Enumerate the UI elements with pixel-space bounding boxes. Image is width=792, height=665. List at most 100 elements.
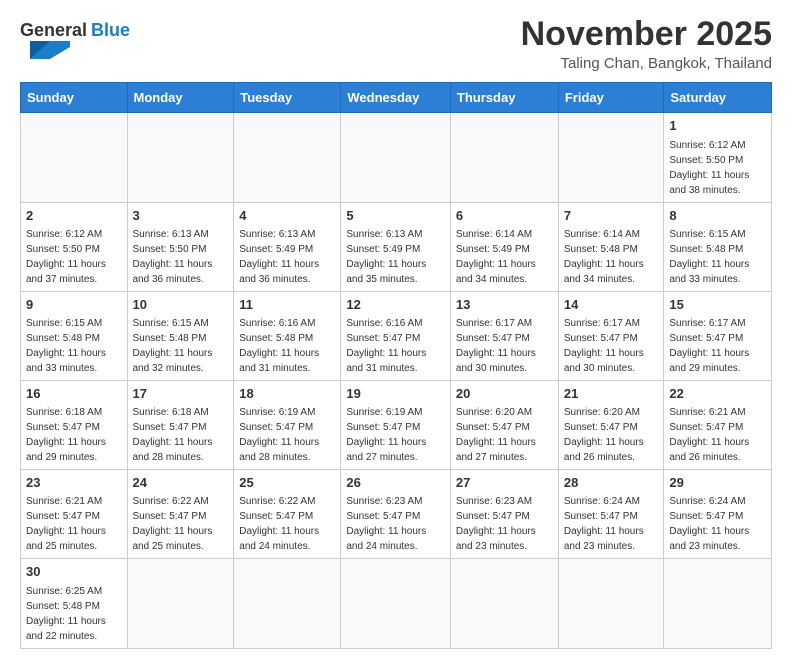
calendar-week-row: 1Sunrise: 6:12 AMSunset: 5:50 PMDaylight…	[21, 113, 772, 202]
calendar-day-cell: 20 Sunrise: 6:20 AMSunset: 5:47 PMDayligh…	[450, 380, 558, 469]
day-number: 8	[669, 207, 766, 225]
calendar-day-cell: 14Sunrise: 6:17 AMSunset: 5:47 PMDayligh…	[558, 291, 664, 380]
day-info: Sunrise: 6:18 AMSunset: 5:47 PMDaylight:…	[133, 405, 229, 465]
day-number: 23	[26, 474, 122, 492]
day-number: 7	[564, 207, 659, 225]
calendar-day-cell: 30 Sunrise: 6:25 AMSunset: 5:48 PMDayligh…	[21, 559, 128, 648]
day-info: Sunrise: 6:18 AMSunset: 5:47 PMDaylight:…	[26, 405, 122, 465]
calendar-day-cell: 6 Sunrise: 6:14 AMSunset: 5:49 PMDaylight…	[450, 202, 558, 291]
day-info: Sunrise: 6:15 AMSunset: 5:48 PMDaylight:…	[669, 227, 766, 287]
calendar-day-cell: 23Sunrise: 6:21 AMSunset: 5:47 PMDayligh…	[21, 470, 128, 559]
day-number: 1	[669, 117, 766, 135]
calendar-day-cell	[234, 559, 341, 648]
day-number: 29	[669, 474, 766, 492]
day-info: Sunrise: 6:17 AMSunset: 5:47 PMDaylight:…	[669, 316, 766, 376]
day-info: Sunrise: 6:17 AMSunset: 5:47 PMDaylight:…	[456, 316, 553, 376]
day-number: 13	[456, 296, 553, 314]
day-number: 20	[456, 385, 553, 403]
calendar-week-row: 9 Sunrise: 6:15 AMSunset: 5:48 PMDaylight…	[21, 291, 772, 380]
calendar-week-row: 2 Sunrise: 6:12 AMSunset: 5:50 PMDaylight…	[21, 202, 772, 291]
day-info: Sunrise: 6:21 AMSunset: 5:47 PMDaylight:…	[669, 405, 766, 465]
calendar-day-cell: 7 Sunrise: 6:14 AMSunset: 5:48 PMDaylight…	[558, 202, 664, 291]
day-number: 5	[346, 207, 445, 225]
day-info: Sunrise: 6:14 AMSunset: 5:49 PMDaylight:…	[456, 227, 553, 287]
day-number: 28	[564, 474, 659, 492]
calendar-day-cell: 8 Sunrise: 6:15 AMSunset: 5:48 PMDaylight…	[664, 202, 772, 291]
day-number: 30	[26, 563, 122, 581]
day-number: 25	[239, 474, 335, 492]
day-info: Sunrise: 6:17 AMSunset: 5:47 PMDaylight:…	[564, 316, 659, 376]
day-info: Sunrise: 6:19 AMSunset: 5:47 PMDaylight:…	[239, 405, 335, 465]
day-info: Sunrise: 6:16 AMSunset: 5:47 PMDaylight:…	[346, 316, 445, 376]
calendar-day-cell: 18Sunrise: 6:19 AMSunset: 5:47 PMDayligh…	[234, 380, 341, 469]
day-info: Sunrise: 6:12 AMSunset: 5:50 PMDaylight:…	[26, 227, 122, 287]
calendar-day-cell: 4Sunrise: 6:13 AMSunset: 5:49 PMDaylight…	[234, 202, 341, 291]
month-title: November 2025	[521, 16, 772, 53]
calendar-day-cell	[127, 113, 234, 202]
calendar-day-cell: 5 Sunrise: 6:13 AMSunset: 5:49 PMDaylight…	[341, 202, 451, 291]
calendar-day-cell: 22 Sunrise: 6:21 AMSunset: 5:47 PMDayligh…	[664, 380, 772, 469]
calendar-day-cell	[341, 559, 451, 648]
calendar-day-cell: 27 Sunrise: 6:23 AMSunset: 5:47 PMDayligh…	[450, 470, 558, 559]
day-info: Sunrise: 6:14 AMSunset: 5:48 PMDaylight:…	[564, 227, 659, 287]
weekday-header-row: SundayMondayTuesdayWednesdayThursdayFrid…	[21, 83, 772, 113]
day-info: Sunrise: 6:15 AMSunset: 5:48 PMDaylight:…	[26, 316, 122, 376]
calendar-day-cell: 10Sunrise: 6:15 AMSunset: 5:48 PMDayligh…	[127, 291, 234, 380]
day-number: 9	[26, 296, 122, 314]
day-number: 16	[26, 385, 122, 403]
day-number: 12	[346, 296, 445, 314]
day-info: Sunrise: 6:24 AMSunset: 5:47 PMDaylight:…	[564, 494, 659, 554]
day-info: Sunrise: 6:25 AMSunset: 5:48 PMDaylight:…	[26, 584, 122, 644]
weekday-header-monday: Monday	[127, 83, 234, 113]
day-info: Sunrise: 6:20 AMSunset: 5:47 PMDaylight:…	[564, 405, 659, 465]
calendar-day-cell: 21 Sunrise: 6:20 AMSunset: 5:47 PMDayligh…	[558, 380, 664, 469]
day-number: 22	[669, 385, 766, 403]
calendar-week-row: 23Sunrise: 6:21 AMSunset: 5:47 PMDayligh…	[21, 470, 772, 559]
calendar-day-cell	[450, 113, 558, 202]
day-number: 10	[133, 296, 229, 314]
calendar-day-cell	[664, 559, 772, 648]
calendar-day-cell	[127, 559, 234, 648]
calendar-day-cell: 26Sunrise: 6:23 AMSunset: 5:47 PMDayligh…	[341, 470, 451, 559]
calendar-day-cell: 3Sunrise: 6:13 AMSunset: 5:50 PMDaylight…	[127, 202, 234, 291]
calendar-day-cell	[341, 113, 451, 202]
day-number: 17	[133, 385, 229, 403]
weekday-header-saturday: Saturday	[664, 83, 772, 113]
day-number: 27	[456, 474, 553, 492]
calendar-day-cell: 16 Sunrise: 6:18 AMSunset: 5:47 PMDayligh…	[21, 380, 128, 469]
calendar-day-cell: 2 Sunrise: 6:12 AMSunset: 5:50 PMDaylight…	[21, 202, 128, 291]
weekday-header-friday: Friday	[558, 83, 664, 113]
calendar-day-cell: 12 Sunrise: 6:16 AMSunset: 5:47 PMDayligh…	[341, 291, 451, 380]
calendar-day-cell: 25 Sunrise: 6:22 AMSunset: 5:47 PMDayligh…	[234, 470, 341, 559]
calendar-day-cell	[558, 559, 664, 648]
day-info: Sunrise: 6:22 AMSunset: 5:47 PMDaylight:…	[239, 494, 335, 554]
calendar-day-cell	[234, 113, 341, 202]
day-number: 21	[564, 385, 659, 403]
page-header: General Blue November 2025 Taling Chan, …	[20, 16, 772, 72]
day-info: Sunrise: 6:23 AMSunset: 5:47 PMDaylight:…	[456, 494, 553, 554]
day-info: Sunrise: 6:22 AMSunset: 5:47 PMDaylight:…	[133, 494, 229, 554]
calendar-day-cell: 24Sunrise: 6:22 AMSunset: 5:47 PMDayligh…	[127, 470, 234, 559]
calendar-week-row: 30 Sunrise: 6:25 AMSunset: 5:48 PMDayligh…	[21, 559, 772, 648]
day-number: 15	[669, 296, 766, 314]
day-number: 4	[239, 207, 335, 225]
calendar-day-cell: 11 Sunrise: 6:16 AMSunset: 5:48 PMDayligh…	[234, 291, 341, 380]
logo-text-general: General	[20, 20, 87, 41]
day-number: 11	[239, 296, 335, 314]
day-info: Sunrise: 6:24 AMSunset: 5:47 PMDaylight:…	[669, 494, 766, 554]
day-number: 2	[26, 207, 122, 225]
calendar-day-cell: 19Sunrise: 6:19 AMSunset: 5:47 PMDayligh…	[341, 380, 451, 469]
logo: General Blue	[20, 16, 130, 59]
calendar-day-cell: 29 Sunrise: 6:24 AMSunset: 5:47 PMDayligh…	[664, 470, 772, 559]
calendar-day-cell	[450, 559, 558, 648]
day-info: Sunrise: 6:20 AMSunset: 5:47 PMDaylight:…	[456, 405, 553, 465]
day-info: Sunrise: 6:13 AMSunset: 5:49 PMDaylight:…	[346, 227, 445, 287]
day-info: Sunrise: 6:16 AMSunset: 5:48 PMDaylight:…	[239, 316, 335, 376]
calendar-day-cell: 1Sunrise: 6:12 AMSunset: 5:50 PMDaylight…	[664, 113, 772, 202]
day-number: 6	[456, 207, 553, 225]
weekday-header-wednesday: Wednesday	[341, 83, 451, 113]
weekday-header-sunday: Sunday	[21, 83, 128, 113]
calendar-day-cell	[558, 113, 664, 202]
calendar-day-cell: 9 Sunrise: 6:15 AMSunset: 5:48 PMDaylight…	[21, 291, 128, 380]
location-title: Taling Chan, Bangkok, Thailand	[521, 55, 772, 72]
